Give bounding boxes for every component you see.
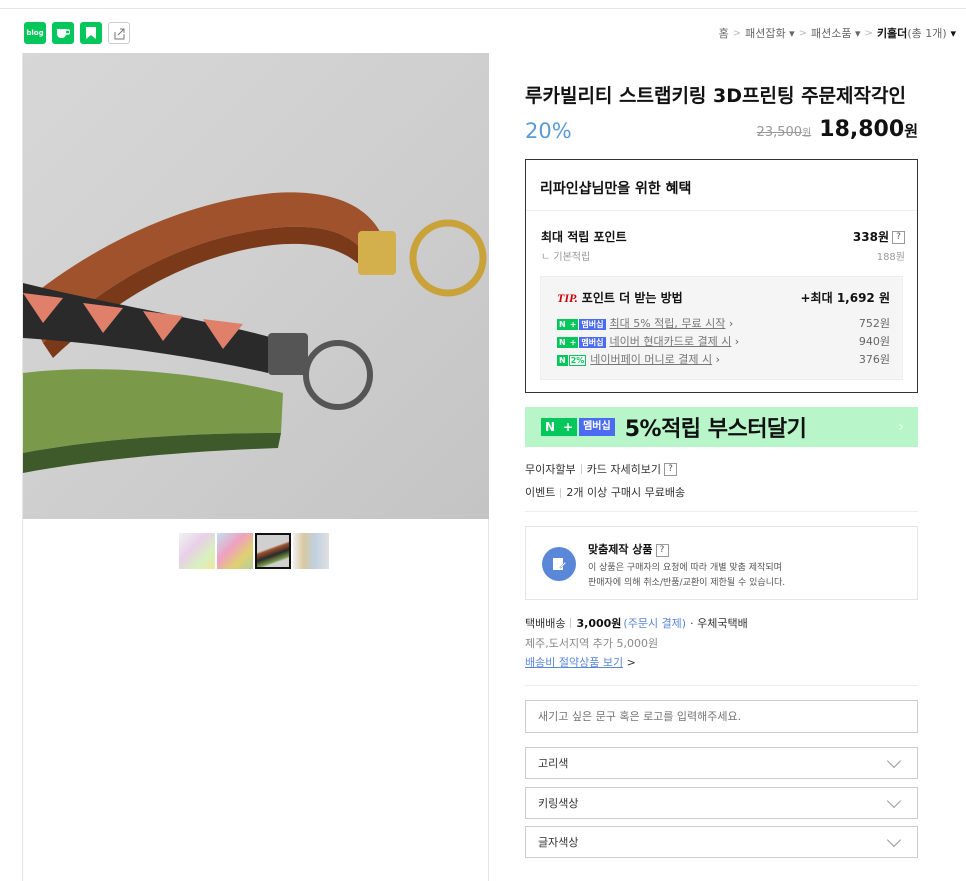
shipping-pay: (주문시 결제) [623,617,687,630]
breadcrumb-home[interactable]: 홈 [719,25,729,41]
npay-percent-badge-icon: N 2% [557,355,587,366]
shipping-carrier: · 우체국택배 [690,617,748,630]
breadcrumb-sep: > [798,27,808,39]
chevron-down-icon [886,832,902,847]
divider [525,685,918,686]
custom-product-notice: 맞춤제작 상품? 이 상품은 구매자의 요청에 따라 개별 맞춤 제작되며 판매… [525,526,918,600]
tip-line-membership[interactable]: N + 멤버십 최대 5% 적립, 무료 시작 › 752원 [557,315,890,331]
original-price: 23,500원 [756,125,812,140]
select-keyring-color[interactable]: 키링색상 [525,787,918,819]
sale-price: 18,800원 [819,117,918,142]
chevron-down-icon [886,793,902,808]
max-points-value: 338원? [853,228,905,245]
chevron-down-icon [886,753,902,768]
thumbnail[interactable] [217,533,253,569]
bookmark-icon[interactable] [80,22,102,44]
benefit-heading: 리파인샵님만을 위한 혜택 [526,160,917,211]
divider [580,464,582,474]
discount-rate: 20% [525,119,572,143]
tip-box: TIP. 포인트 더 받는 방법 +최대 1,692 원 N + 멤버십 최대 5% 적… [540,276,903,380]
help-icon[interactable]: ? [892,231,905,244]
breadcrumb: 홈 > 패션잡화 ▾ > 패션소품 ▾ > 키홀더(총 1개) ▾ [719,25,956,41]
edit-note-icon [542,547,576,581]
engrave-text-input[interactable] [525,700,918,733]
installment-label: 무이자할부 [525,463,576,476]
tip-label: 포인트 더 받는 방법 [581,291,683,305]
select-text-color[interactable]: 글자색상 [525,826,918,858]
shipping-row: 택배배송 3,000원 (주문시 결제) · 우체국택배 [525,615,748,631]
base-points-row: ㄴ 기본적립 188원 [541,248,905,263]
product-image-column [22,53,489,881]
divider [525,511,918,512]
thumbnail-strip [179,533,329,569]
membership-badge-icon: N + 멤버십 [541,418,615,436]
divider [570,618,572,628]
thumbnail[interactable] [293,533,329,569]
shipping-fee: 3,000원 [576,617,622,630]
tip-line-card[interactable]: N + 멤버십 네이버 현대카드로 결제 시 › 940원 [557,333,890,349]
breadcrumb-current[interactable]: 키홀더(총 1개) ▾ [877,25,956,41]
divider [560,488,562,498]
select-ring-color[interactable]: 고리색 [525,747,918,779]
tip-max-value: +최대 1,692 원 [800,291,891,305]
tip-heading: TIP. 포인트 더 받는 방법 +최대 1,692 원 [557,289,890,306]
price-row: 23,500원 18,800원 [757,117,918,142]
product-title: 루카빌리티 스트랩키링 3D프린팅 주문제작각인 [525,85,906,107]
card-detail-link[interactable]: 카드 자세히보기 [587,461,661,477]
base-points-value: 188원 [876,252,905,263]
custom-product-desc: 판매자에 의해 취소/반품/교환이 제한될 수 있습니다. [588,578,786,588]
help-icon[interactable]: ? [663,462,677,476]
custom-product-desc: 이 상품은 구매자의 요청에 따라 개별 맞춤 제작되며 [588,563,782,573]
shipping-extra: 제주,도서지역 추가 5,000원 [525,637,659,650]
help-icon[interactable]: ? [655,543,669,557]
breadcrumb-cat1[interactable]: 패션잡화 ▾ [745,25,795,41]
max-points-row: 최대 적립 포인트 338원? [541,228,905,245]
event-text: 2개 이상 구매시 무료배송 [566,486,686,499]
cafe-icon[interactable] [52,22,74,44]
installment-row: 무이자할부 카드 자세히보기 ? [525,461,677,477]
benefit-box: 리파인샵님만을 위한 혜택 최대 적립 포인트 338원? ㄴ 기본적립 188… [525,159,918,393]
booster-banner[interactable]: N + 멤버십 5%적립 부스터달기 › [525,407,918,447]
membership-badge-icon: N + 멤버십 [557,319,606,330]
chevron-right-icon: › [898,419,904,435]
breadcrumb-sep: > [732,27,742,39]
membership-badge-icon: N + 멤버십 [557,337,606,348]
tip-prefix: TIP. [557,291,578,305]
share-icon[interactable] [108,22,130,44]
top-divider [0,8,966,9]
shipping-label: 택배배송 [525,617,566,630]
event-row: 이벤트 2개 이상 구매시 무료배송 [525,484,685,500]
thumbnail-selected[interactable] [255,533,291,569]
shipping-saving-link[interactable]: 배송비 절약상품 보기 > [525,654,636,670]
booster-text: 5%적립 부스터달기 [624,417,807,442]
blog-icon-label: blog [26,29,44,37]
event-label: 이벤트 [525,486,556,499]
breadcrumb-sep: > [864,27,873,39]
base-points-label: ㄴ 기본적립 [541,252,591,263]
blog-icon[interactable]: blog [24,22,46,44]
share-bar: blog [24,22,130,44]
max-points-label: 최대 적립 포인트 [541,230,627,244]
custom-product-title: 맞춤제작 상품? [588,541,669,557]
breadcrumb-cat2[interactable]: 패션소품 ▾ [811,25,861,41]
product-main-image[interactable] [23,53,489,519]
thumbnail[interactable] [179,533,215,569]
tip-line-money[interactable]: N 2% 네이버페이 머니로 결제 시 › 376원 [557,351,890,367]
